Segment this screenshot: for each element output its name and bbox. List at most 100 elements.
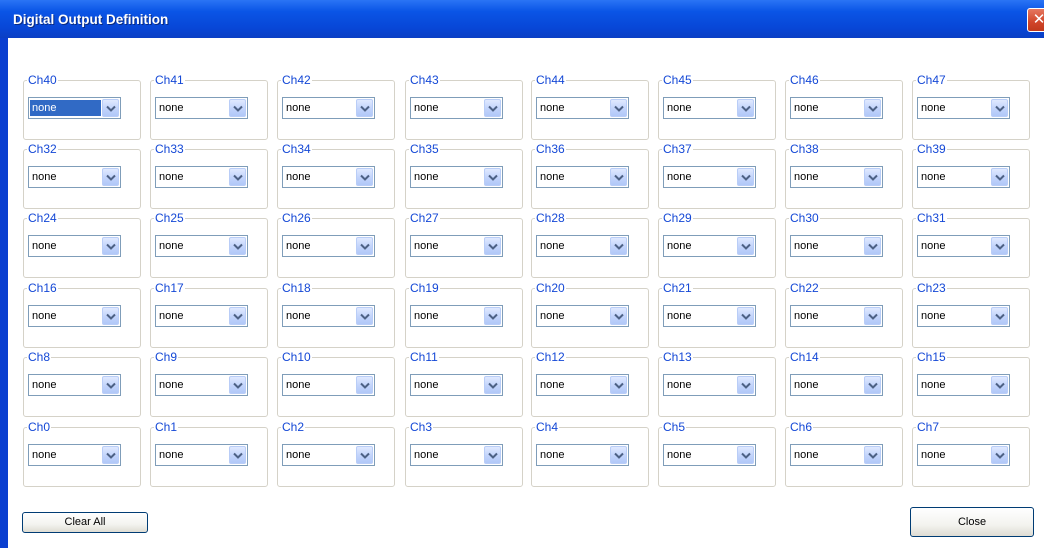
chevron-down-icon[interactable] [102, 307, 119, 325]
channel-dropdown[interactable]: none [28, 374, 121, 396]
chevron-down-icon[interactable] [864, 446, 881, 464]
channel-dropdown[interactable]: none [663, 374, 756, 396]
chevron-down-icon[interactable] [356, 99, 373, 117]
channel-dropdown[interactable]: none [28, 235, 121, 257]
chevron-down-icon[interactable] [356, 446, 373, 464]
chevron-down-icon[interactable] [229, 237, 246, 255]
chevron-down-icon[interactable] [356, 168, 373, 186]
chevron-down-icon[interactable] [610, 376, 627, 394]
chevron-down-icon[interactable] [610, 168, 627, 186]
chevron-down-icon[interactable] [737, 168, 754, 186]
chevron-down-icon[interactable] [484, 376, 501, 394]
channel-dropdown[interactable]: none [917, 305, 1010, 327]
channel-dropdown[interactable]: none [410, 97, 503, 119]
channel-dropdown[interactable]: none [917, 166, 1010, 188]
channel-dropdown[interactable]: none [282, 97, 375, 119]
channel-dropdown[interactable]: none [282, 374, 375, 396]
channel-dropdown[interactable]: none [410, 166, 503, 188]
channel-dropdown[interactable]: none [663, 444, 756, 466]
chevron-down-icon[interactable] [229, 99, 246, 117]
channel-dropdown[interactable]: none [917, 97, 1010, 119]
channel-dropdown[interactable]: none [282, 444, 375, 466]
chevron-down-icon[interactable] [864, 307, 881, 325]
channel-dropdown[interactable]: none [790, 305, 883, 327]
channel-dropdown[interactable]: none [155, 444, 248, 466]
channel-dropdown[interactable]: none [282, 235, 375, 257]
channel-dropdown[interactable]: none [536, 166, 629, 188]
chevron-down-icon[interactable] [102, 446, 119, 464]
chevron-down-icon[interactable] [991, 446, 1008, 464]
channel-dropdown[interactable]: none [663, 97, 756, 119]
chevron-down-icon[interactable] [610, 237, 627, 255]
channel-dropdown[interactable]: none [790, 374, 883, 396]
chevron-down-icon[interactable] [102, 99, 119, 117]
channel-dropdown[interactable]: none [282, 166, 375, 188]
channel-dropdown[interactable]: none [536, 97, 629, 119]
channel-dropdown[interactable]: none [536, 444, 629, 466]
channel-dropdown[interactable]: none [917, 374, 1010, 396]
chevron-down-icon[interactable] [484, 307, 501, 325]
chevron-down-icon[interactable] [356, 307, 373, 325]
channel-dropdown[interactable]: none [410, 235, 503, 257]
chevron-down-icon[interactable] [991, 307, 1008, 325]
channel-dropdown[interactable]: none [155, 374, 248, 396]
chevron-down-icon[interactable] [102, 168, 119, 186]
chevron-down-icon[interactable] [610, 307, 627, 325]
channel-dropdown[interactable]: none [536, 235, 629, 257]
channel-dropdown[interactable]: none [28, 166, 121, 188]
chevron-down-icon[interactable] [864, 168, 881, 186]
chevron-down-icon[interactable] [737, 446, 754, 464]
chevron-down-icon[interactable] [737, 99, 754, 117]
chevron-down-icon[interactable] [484, 99, 501, 117]
chevron-down-icon[interactable] [229, 307, 246, 325]
channel-dropdown[interactable]: none [663, 305, 756, 327]
title-bar[interactable]: Digital Output Definition ✕ [0, 0, 1044, 38]
channel-dropdown[interactable]: none [790, 235, 883, 257]
clear-all-button[interactable]: Clear All [22, 512, 148, 533]
channel-dropdown[interactable]: none [155, 97, 248, 119]
channel-dropdown[interactable]: none [155, 166, 248, 188]
chevron-down-icon[interactable] [991, 99, 1008, 117]
chevron-down-icon[interactable] [737, 376, 754, 394]
chevron-down-icon[interactable] [610, 99, 627, 117]
close-button[interactable]: Close [910, 507, 1034, 537]
chevron-down-icon[interactable] [864, 237, 881, 255]
channel-dropdown[interactable]: none [282, 305, 375, 327]
channel-dropdown[interactable]: none [410, 305, 503, 327]
channel-dropdown[interactable]: none [536, 305, 629, 327]
chevron-down-icon[interactable] [229, 446, 246, 464]
chevron-down-icon[interactable] [737, 237, 754, 255]
close-icon[interactable]: ✕ [1027, 8, 1044, 32]
chevron-down-icon[interactable] [229, 376, 246, 394]
chevron-down-icon[interactable] [864, 99, 881, 117]
channel-dropdown[interactable]: none [155, 235, 248, 257]
chevron-down-icon[interactable] [991, 376, 1008, 394]
chevron-down-icon[interactable] [356, 376, 373, 394]
channel-dropdown[interactable]: none [917, 444, 1010, 466]
chevron-down-icon[interactable] [991, 237, 1008, 255]
channel-dropdown[interactable]: none [28, 97, 121, 119]
chevron-down-icon[interactable] [484, 446, 501, 464]
chevron-down-icon[interactable] [610, 446, 627, 464]
channel-dropdown[interactable]: none [790, 166, 883, 188]
chevron-down-icon[interactable] [484, 168, 501, 186]
chevron-down-icon[interactable] [737, 307, 754, 325]
channel-dropdown[interactable]: none [410, 444, 503, 466]
chevron-down-icon[interactable] [229, 168, 246, 186]
channel-dropdown[interactable]: none [410, 374, 503, 396]
chevron-down-icon[interactable] [484, 237, 501, 255]
channel-dropdown[interactable]: none [155, 305, 248, 327]
chevron-down-icon[interactable] [102, 376, 119, 394]
chevron-down-icon[interactable] [991, 168, 1008, 186]
chevron-down-icon[interactable] [102, 237, 119, 255]
chevron-down-icon[interactable] [356, 237, 373, 255]
chevron-down-icon[interactable] [864, 376, 881, 394]
channel-dropdown[interactable]: none [790, 97, 883, 119]
channel-dropdown[interactable]: none [28, 444, 121, 466]
channel-dropdown[interactable]: none [28, 305, 121, 327]
channel-dropdown[interactable]: none [663, 166, 756, 188]
channel-dropdown[interactable]: none [663, 235, 756, 257]
channel-dropdown[interactable]: none [790, 444, 883, 466]
channel-dropdown[interactable]: none [536, 374, 629, 396]
channel-dropdown[interactable]: none [917, 235, 1010, 257]
